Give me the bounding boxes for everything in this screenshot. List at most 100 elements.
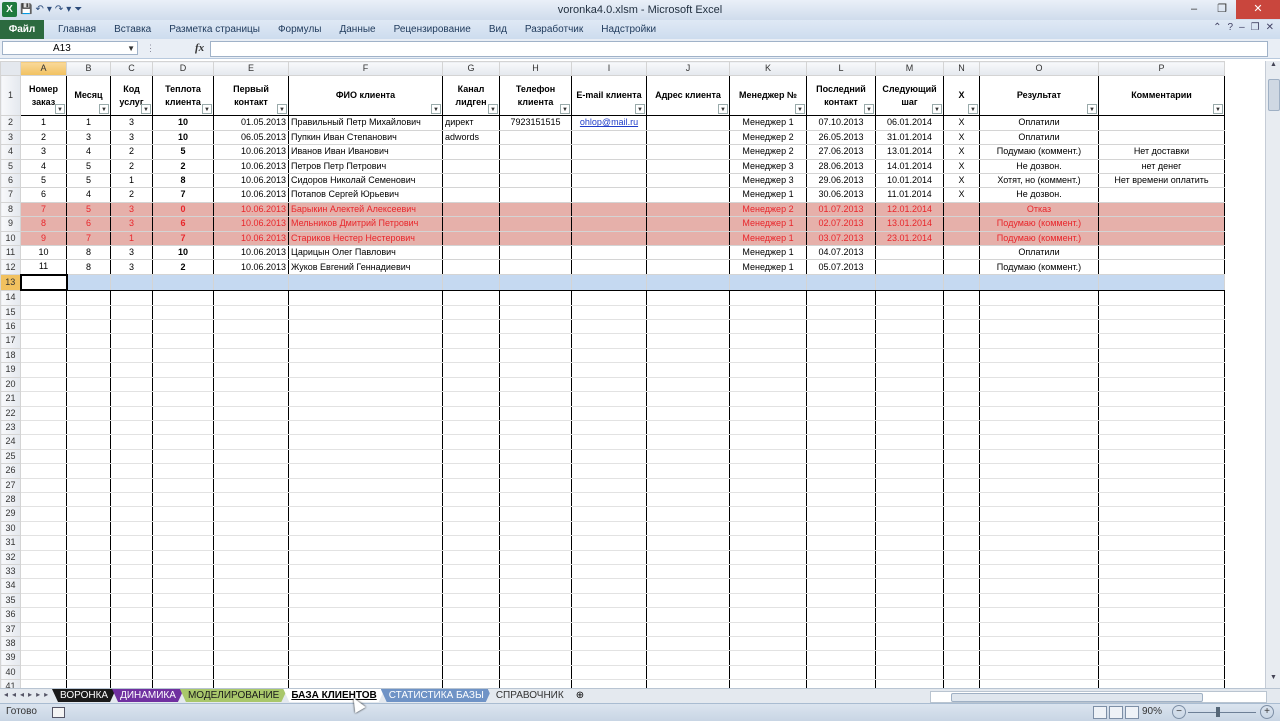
cell[interactable]: 10 [152,115,214,131]
cell[interactable] [875,592,944,609]
cell[interactable] [288,506,443,522]
cell[interactable] [875,635,944,652]
zoom-slider[interactable] [1188,712,1256,713]
cell[interactable] [646,115,730,131]
cell[interactable] [806,578,876,594]
cell[interactable] [66,535,111,551]
cell[interactable] [979,535,1099,551]
cell[interactable]: 10 [152,245,214,261]
cell[interactable]: X [943,129,980,146]
cell[interactable] [499,578,572,594]
cell[interactable] [110,319,153,335]
cell[interactable] [571,650,647,666]
cell[interactable]: 1 [20,115,67,131]
cell[interactable] [288,304,443,321]
cell[interactable] [571,563,647,580]
row-header[interactable]: 10 [0,230,21,247]
column-header[interactable]: J [646,61,730,77]
cell[interactable] [729,650,807,666]
cell[interactable] [499,419,572,436]
column-header[interactable]: I [571,61,647,77]
cell[interactable] [646,491,730,508]
cell[interactable] [806,419,876,436]
cell[interactable] [152,679,214,688]
cell[interactable] [646,201,730,218]
cell[interactable]: Менеджер 1 [729,259,807,276]
cell[interactable] [943,230,980,247]
cell[interactable] [288,592,443,609]
cell[interactable] [943,664,980,681]
row-header[interactable]: 25 [0,448,21,465]
cell[interactable]: 12.01.2014 [875,201,944,218]
cell[interactable] [66,405,111,421]
filter-dropdown-icon[interactable]: ▼ [795,104,805,115]
cell[interactable] [646,664,730,681]
cell[interactable] [110,304,153,321]
cell[interactable] [442,391,500,407]
cell[interactable] [806,535,876,551]
row-header[interactable]: 20 [0,376,21,393]
cell[interactable] [213,635,289,652]
cell[interactable] [152,607,214,623]
cell[interactable] [442,319,500,335]
cell[interactable] [806,491,876,508]
cell[interactable] [1098,650,1225,666]
filter-dropdown-icon[interactable]: ▼ [431,104,441,115]
cell[interactable] [571,333,647,349]
cell[interactable] [729,635,807,652]
cell[interactable] [213,304,289,321]
cell[interactable] [943,592,980,609]
cell[interactable] [571,679,647,688]
cell[interactable]: Менеджер 1 [729,245,807,261]
cell[interactable] [979,549,1099,565]
cell[interactable]: Правильный Петр Михайлович [288,115,443,131]
cell[interactable] [288,333,443,349]
ribbon-tab[interactable]: Формулы [278,20,322,39]
cell[interactable] [499,245,572,261]
ribbon-tab[interactable]: Данные [339,20,375,39]
row-header[interactable]: 23 [0,419,21,436]
cell[interactable] [729,664,807,681]
cell[interactable]: 10.06.2013 [213,144,289,160]
cell[interactable] [571,621,647,638]
cell[interactable] [152,621,214,638]
page-break-view-icon[interactable] [1125,706,1139,719]
cell[interactable] [571,477,647,493]
cell[interactable] [875,405,944,421]
cell[interactable] [442,635,500,652]
cell[interactable] [213,405,289,421]
sheet-tab[interactable]: СПРАВОЧНИК [488,689,572,702]
cell[interactable] [66,592,111,609]
cell[interactable] [646,419,730,436]
cell[interactable]: ohlop@mail.ru [571,115,647,131]
cell[interactable] [729,621,807,638]
column-header[interactable]: K [729,61,807,77]
cell[interactable] [499,621,572,638]
cell[interactable] [571,230,647,247]
cell[interactable] [646,563,730,580]
cell[interactable] [442,259,500,276]
cell[interactable] [729,563,807,580]
cell[interactable] [110,463,153,479]
cell[interactable] [806,333,876,349]
cell[interactable] [979,319,1099,335]
cell[interactable]: 3 [110,245,153,261]
cell[interactable] [442,419,500,436]
row-header[interactable]: 41 [0,679,21,688]
cell[interactable] [571,304,647,321]
cell[interactable] [442,434,500,450]
cell[interactable] [571,405,647,421]
cell[interactable] [20,621,67,638]
cell[interactable] [213,491,289,508]
cell[interactable] [646,362,730,378]
cell[interactable] [213,520,289,537]
cell[interactable] [66,650,111,666]
cell[interactable] [442,347,500,364]
zoom-level[interactable]: 90% [1142,706,1162,717]
cell[interactable]: Пупкин Иван Степанович [288,129,443,146]
cell[interactable] [499,289,572,306]
cell[interactable]: 30.06.2013 [806,187,876,203]
cell[interactable]: 10.06.2013 [213,245,289,261]
cell[interactable] [979,664,1099,681]
cell[interactable] [979,635,1099,652]
